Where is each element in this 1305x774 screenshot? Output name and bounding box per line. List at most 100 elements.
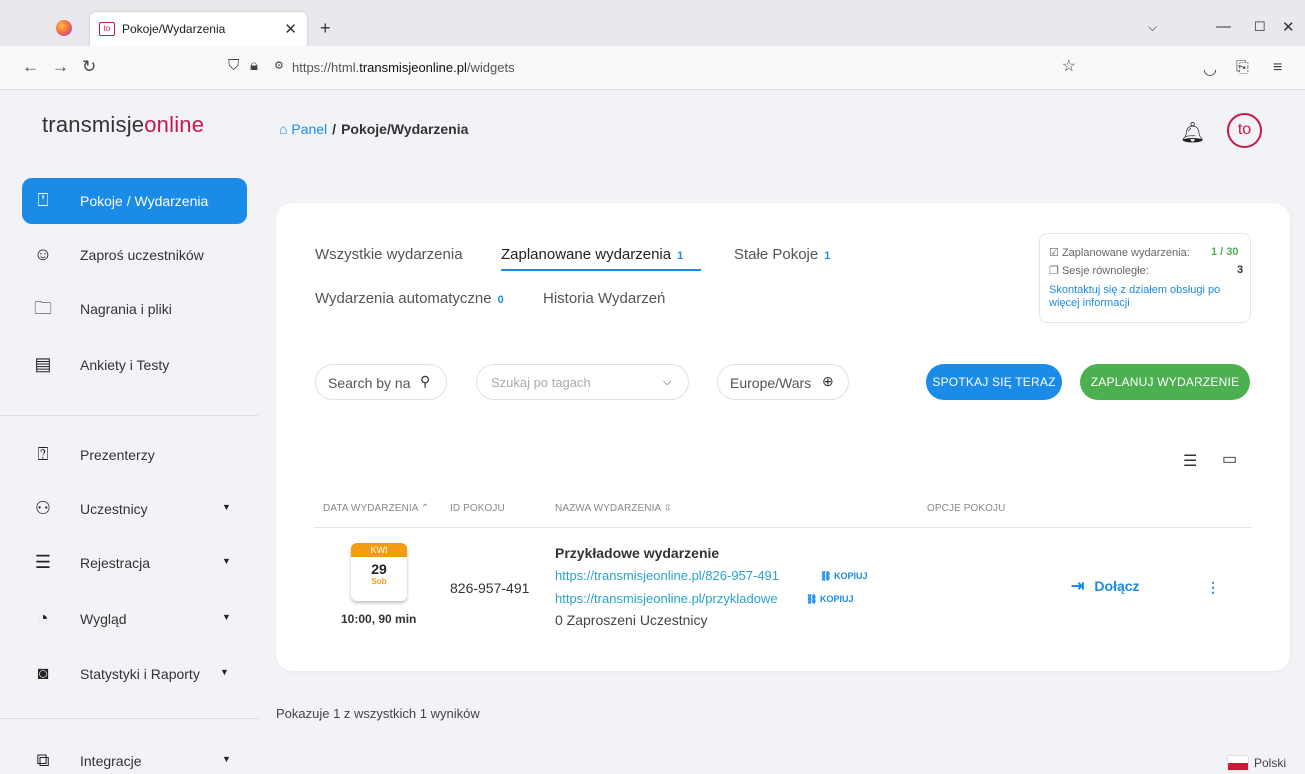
link-icon: ⛓ [806, 594, 818, 604]
calendar-check-icon: ☑ [1049, 247, 1059, 259]
extensions-icon[interactable]: ⎘ [1236, 59, 1249, 77]
sidebar-item-label: Wygląd [80, 611, 127, 627]
back-icon[interactable]: ← [22, 57, 39, 77]
tags-select[interactable]: Szukaj po tagach ⌵ [476, 364, 689, 400]
tab-permanent-rooms[interactable]: Stałe Pokoje 1 [734, 246, 830, 263]
sidebar-item-recordings[interactable]: 🗀 Nagrania i pliki [22, 286, 247, 332]
avatar[interactable]: to [1227, 113, 1262, 148]
sidebar-item-registration[interactable]: ☰ Rejestracja ▼ [22, 540, 247, 586]
sidebar-item-surveys[interactable]: ▤ Ankiety i Testy [22, 342, 247, 388]
firefox-icon [56, 20, 72, 36]
list-view-icon[interactable]: ☰ [1183, 451, 1197, 471]
language-selector[interactable]: Polski [1228, 756, 1286, 770]
active-tab-underline [501, 269, 701, 271]
scheduled-limit: ☑ Zaplanowane wydarzenia: 1 / 30 [1049, 246, 1239, 259]
tab-automatic-events[interactable]: Wydarzenia automatyczne 0 [315, 290, 504, 307]
pocket-icon[interactable]: ◡ [1203, 59, 1217, 79]
calendar-view-icon[interactable]: ▭ [1222, 449, 1237, 469]
event-link-slug[interactable]: https://transmisjeonline.pl/przykladowe [555, 591, 778, 606]
caret-down-icon: ▼ [222, 502, 231, 512]
caret-down-icon: ▼ [222, 556, 231, 566]
search-icon[interactable]: ⚲ [420, 373, 430, 390]
logo[interactable]: transmisjeonline [42, 112, 204, 138]
room-id: 826-957-491 [450, 580, 530, 596]
forward-icon[interactable]: → [52, 57, 69, 77]
browser-tab[interactable]: to Pokoje/Wydarzenia ✕ [90, 12, 307, 46]
copy-link-button[interactable]: ⛓ KOPIUJ [820, 571, 867, 582]
sidebar-divider [0, 415, 258, 416]
poland-flag-icon [1228, 756, 1248, 770]
more-options-icon[interactable]: ⋮ [1206, 579, 1220, 596]
maximize-icon[interactable]: ☐ [1254, 19, 1266, 35]
caret-down-icon: ▼ [220, 667, 229, 677]
invited-count: 0 Zaproszeni Uczestnicy [555, 612, 708, 628]
sidebar-item-integrations[interactable]: ⧉ Integracje ▼ [22, 738, 247, 774]
caret-down-icon: ▼ [222, 612, 231, 622]
sidebar-item-invite[interactable]: ☺ Zaproś uczestników [22, 232, 247, 278]
close-window-icon[interactable]: ✕ [1282, 18, 1295, 36]
tab-close-icon[interactable]: ✕ [284, 20, 297, 38]
door-icon: ⍞ [37, 190, 49, 210]
sidebar-item-presenters[interactable]: ⍰ Prezenterzy [22, 432, 247, 478]
sidebar-item-rooms-events[interactable]: ⍞ Pokoje / Wydarzenia [22, 178, 247, 224]
report-icon: ◙ [37, 663, 49, 683]
menu-icon[interactable]: ≡ [1273, 59, 1282, 77]
permissions-icon[interactable]: ⚙ [274, 59, 284, 72]
tab-event-history[interactable]: Historia Wydarzeń [543, 290, 665, 307]
checklist-icon: ▤ [34, 354, 52, 374]
address-bar[interactable]: ⛉ 🔒︎ ⚙ https://html.transmisjeonline.pl/… [226, 54, 1086, 82]
sidebar: transmisjeonline ⍞ Pokoje / Wydarzenia ☺… [0, 90, 258, 774]
timezone-select[interactable]: Europe/Wars ⊕ [717, 364, 849, 400]
search-input[interactable]: Search by na ⚲ [315, 364, 447, 400]
bell-icon[interactable]: 🔔︎ [1180, 120, 1205, 145]
users-icon: ⚇ [34, 498, 52, 518]
breadcrumb-home[interactable]: ⌂ Panel [279, 121, 327, 137]
folder-icon: 🗀 [34, 298, 52, 318]
col-header-event-name[interactable]: NAZWA WYDARZENIA ⇳ [555, 503, 672, 514]
event-name[interactable]: Przykładowe wydarzenie [555, 545, 719, 561]
schedule-event-button[interactable]: ZAPLANUJ WYDARZENIE [1080, 364, 1250, 400]
tab-list-chevron-icon[interactable]: ⌵ [1148, 20, 1157, 35]
sidebar-item-statistics[interactable]: ◙ Statystyki i Raporty ▼ [22, 651, 247, 697]
sidebar-item-appearance[interactable]: ◔ Wygląd ▼ [22, 596, 247, 642]
user-plus-icon: ☺ [33, 244, 53, 264]
tab-all-events[interactable]: Wszystkie wydarzenia [315, 246, 463, 263]
sidebar-item-label: Pokoje / Wydarzenia [80, 193, 209, 209]
palette-icon: ◔ [37, 608, 49, 628]
list-icon: ☰ [34, 552, 52, 572]
meet-now-button[interactable]: SPOTKAJ SIĘ TERAZ [926, 364, 1062, 400]
date-badge: KWI 29 Sob [351, 543, 407, 601]
globe-icon: ⊕ [822, 373, 834, 389]
sidebar-item-label: Prezenterzy [80, 447, 155, 463]
bookmark-star-icon[interactable]: ☆ [1062, 56, 1076, 76]
url-text: https://html.transmisjeonline.pl/widgets [292, 60, 515, 75]
tracking-shield-icon[interactable]: ⛉ [228, 57, 239, 74]
link-icon: ⛓ [820, 571, 832, 581]
reload-icon[interactable]: ↻ [82, 57, 96, 77]
new-tab-icon[interactable]: + [320, 18, 331, 39]
minimize-icon[interactable]: — [1216, 18, 1231, 35]
contact-support-link[interactable]: Skontaktuj się z działem obsługi po więc… [1049, 284, 1245, 310]
copy-link-button[interactable]: ⛓ KOPIUJ [806, 594, 853, 605]
browser-tab-bar: to Pokoje/Wydarzenia ✕ + ⌵ — ☐ ✕ [0, 0, 1305, 46]
col-header-date[interactable]: DATA WYDARZENIA ⌃ [323, 503, 429, 514]
sidebar-item-label: Rejestracja [80, 555, 151, 571]
sessions-limit: ❐ Sesje równoległe: 3 [1049, 264, 1244, 277]
enter-icon: ⇥ [1071, 578, 1085, 595]
browser-toolbar: ← → ↻ ⛉ 🔒︎ ⚙ https://html.transmisjeonli… [0, 46, 1305, 90]
header-divider [314, 527, 1252, 528]
sidebar-item-label: Zaproś uczestników [80, 247, 204, 263]
sidebar-item-participants[interactable]: ⚇ Uczestnicy ▼ [22, 486, 247, 532]
breadcrumb: ⌂ Panel / Pokoje/Wydarzenia [279, 121, 469, 137]
caret-down-icon: ▼ [222, 754, 231, 764]
event-link-id[interactable]: https://transmisjeonline.pl/826-957-491 [555, 568, 779, 583]
limits-info-box: ☑ Zaplanowane wydarzenia: 1 / 30 ❐ Sesje… [1039, 233, 1251, 323]
col-header-room-id: ID POKOJU [450, 503, 505, 514]
sidebar-item-label: Integracje [80, 753, 142, 769]
join-button[interactable]: ⇥ Dołącz [1071, 576, 1140, 596]
lock-icon[interactable]: 🔒︎ [250, 57, 258, 74]
sidebar-item-label: Statystyki i Raporty [80, 666, 200, 682]
tab-scheduled-events[interactable]: Zaplanowane wydarzenia 1 [501, 246, 683, 263]
events-card: Wszystkie wydarzenia Zaplanowane wydarze… [276, 203, 1290, 671]
sidebar-item-label: Uczestnicy [80, 501, 148, 517]
